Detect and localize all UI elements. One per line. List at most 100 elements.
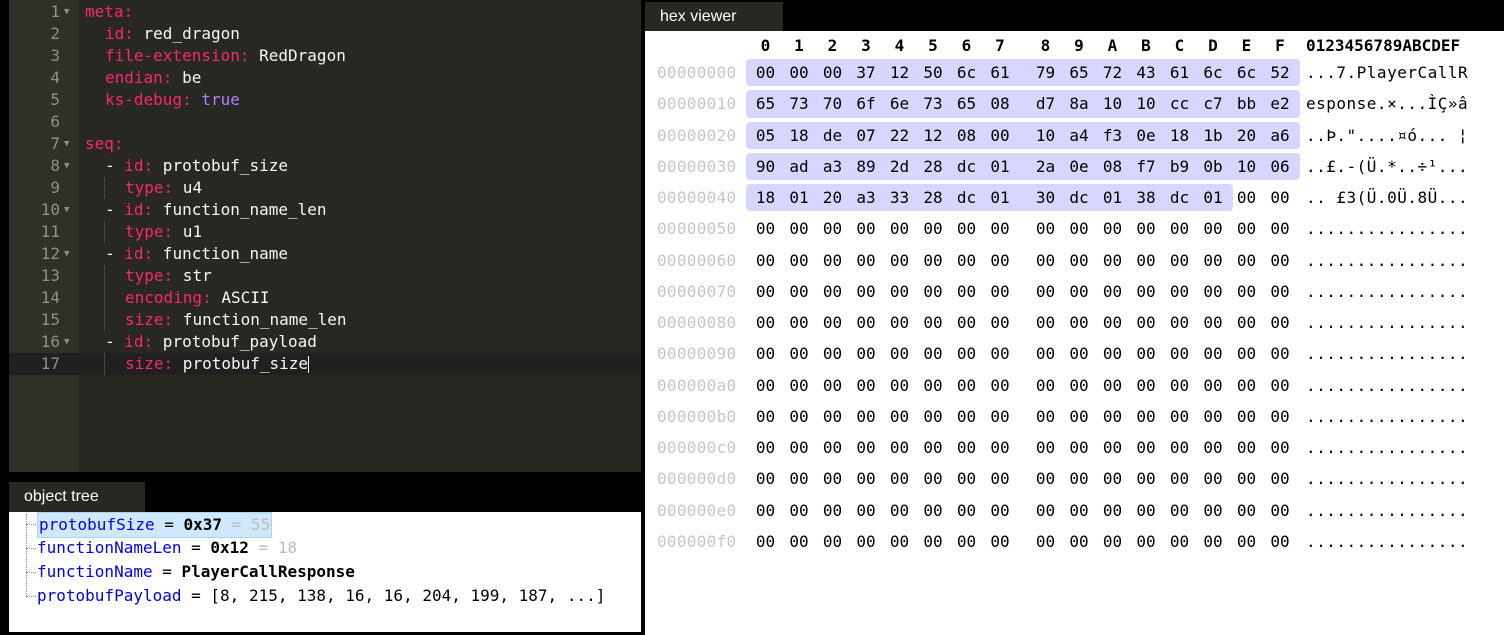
fold-toggle-icon[interactable]: ▼ (64, 155, 69, 177)
hex-byte[interactable]: 00 (1096, 213, 1129, 244)
tree-node-label[interactable]: protobufSize = 0x37 = 55 (37, 512, 273, 538)
ascii-text[interactable]: ................ (1306, 526, 1468, 557)
hex-byte[interactable]: 00 (1163, 370, 1196, 401)
hex-byte[interactable]: 00 (883, 401, 916, 432)
hex-byte[interactable]: 00 (1197, 276, 1230, 307)
hex-byte[interactable]: 00 (1163, 213, 1196, 244)
hex-byte[interactable]: 00 (1063, 432, 1096, 463)
hex-byte[interactable]: 00 (1230, 182, 1263, 213)
hex-byte[interactable]: 00 (1063, 370, 1096, 401)
hex-byte[interactable]: 22 (883, 120, 916, 151)
hex-byte[interactable]: 00 (1029, 338, 1062, 369)
hex-byte[interactable]: 00 (1264, 526, 1297, 557)
hex-byte[interactable]: 00 (1096, 307, 1129, 338)
hex-byte[interactable]: 00 (1264, 182, 1297, 213)
hex-byte[interactable]: 00 (1230, 526, 1263, 557)
hex-byte[interactable]: 00 (749, 526, 782, 557)
hex-byte[interactable]: 00 (1197, 307, 1230, 338)
tree-node[interactable]: functionName = PlayerCallResponse (9, 560, 641, 584)
hex-byte[interactable]: 00 (749, 245, 782, 276)
hex-byte[interactable]: 12 (917, 120, 950, 151)
hex-byte[interactable]: 00 (1130, 245, 1163, 276)
hex-byte[interactable]: 00 (749, 432, 782, 463)
hex-byte[interactable]: 00 (1096, 432, 1129, 463)
ascii-text[interactable]: ..£.-(Ü.*..÷¹... (1306, 151, 1468, 182)
hex-byte[interactable]: 00 (1230, 307, 1263, 338)
hex-byte[interactable]: 00 (749, 370, 782, 401)
tab-hex-viewer[interactable]: hex viewer (645, 2, 783, 32)
hex-byte[interactable]: 65 (749, 88, 782, 119)
hex-byte[interactable]: 00 (1230, 370, 1263, 401)
hex-byte[interactable]: 79 (1029, 57, 1062, 88)
hex-byte[interactable]: 00 (850, 245, 883, 276)
hex-byte[interactable]: 70 (816, 88, 849, 119)
hex-byte[interactable]: 00 (984, 338, 1017, 369)
ascii-text[interactable]: ................ (1306, 276, 1468, 307)
hex-byte[interactable]: 00 (1029, 463, 1062, 494)
hex-byte[interactable]: 00 (950, 245, 983, 276)
hex-byte[interactable]: 08 (984, 88, 1017, 119)
ascii-text[interactable]: ................ (1306, 245, 1468, 276)
editor-line[interactable]: 13 type: str (9, 265, 641, 287)
hex-byte[interactable]: 00 (950, 276, 983, 307)
ascii-text[interactable]: ................ (1306, 432, 1468, 463)
hex-byte[interactable]: 00 (1029, 401, 1062, 432)
hex-byte[interactable]: 00 (1096, 245, 1129, 276)
hex-byte[interactable]: 00 (850, 213, 883, 244)
hex-byte[interactable]: 00 (749, 213, 782, 244)
hex-byte[interactable]: 00 (1029, 213, 1062, 244)
hex-byte[interactable]: 00 (984, 432, 1017, 463)
hex-byte[interactable]: 38 (1130, 182, 1163, 213)
editor-line[interactable]: 7 ▼ seq: (9, 133, 641, 155)
hex-byte[interactable]: 73 (783, 88, 816, 119)
hex-byte[interactable]: 00 (1096, 338, 1129, 369)
hex-byte[interactable]: 00 (1130, 213, 1163, 244)
hex-byte[interactable]: 05 (749, 120, 782, 151)
hex-byte[interactable]: 00 (950, 432, 983, 463)
hex-byte[interactable]: 00 (950, 370, 983, 401)
hex-byte[interactable]: 28 (917, 151, 950, 182)
hex-byte[interactable]: 00 (984, 370, 1017, 401)
hex-byte[interactable]: 00 (1264, 401, 1297, 432)
hex-byte[interactable]: de (816, 120, 849, 151)
hex-byte[interactable]: dc (950, 182, 983, 213)
hex-byte[interactable]: a3 (850, 182, 883, 213)
hex-byte[interactable]: 00 (1063, 338, 1096, 369)
hex-byte[interactable]: 00 (1230, 495, 1263, 526)
hex-byte[interactable]: 00 (950, 307, 983, 338)
hex-byte[interactable]: 00 (783, 213, 816, 244)
hex-byte[interactable]: a6 (1264, 120, 1297, 151)
hex-byte[interactable]: 00 (1029, 245, 1062, 276)
hex-byte[interactable]: 00 (1197, 526, 1230, 557)
hex-byte[interactable]: 00 (1029, 370, 1062, 401)
hex-byte[interactable]: 89 (850, 151, 883, 182)
hex-byte[interactable]: 00 (1130, 370, 1163, 401)
hex-byte[interactable]: 00 (783, 432, 816, 463)
ascii-text[interactable]: ................ (1306, 370, 1468, 401)
hex-byte[interactable]: 10 (1029, 120, 1062, 151)
hex-byte[interactable]: cc (1163, 88, 1196, 119)
hex-byte[interactable]: 10 (1096, 88, 1129, 119)
editor-line[interactable]: 15 size: function_name_len (9, 309, 641, 331)
tree-node[interactable]: protobufSize = 0x37 = 55 (9, 512, 641, 538)
hex-byte[interactable]: 00 (883, 526, 916, 557)
hex-byte[interactable]: 00 (850, 307, 883, 338)
hex-byte[interactable]: 00 (850, 526, 883, 557)
hex-byte[interactable]: 00 (917, 245, 950, 276)
hex-byte[interactable]: 00 (1163, 276, 1196, 307)
hex-byte[interactable]: 00 (1197, 213, 1230, 244)
editor-line[interactable]: 4 endian: be (9, 67, 641, 89)
hex-byte[interactable]: 00 (783, 57, 816, 88)
hex-byte[interactable]: 00 (1264, 463, 1297, 494)
hex-byte[interactable]: 00 (883, 307, 916, 338)
hex-byte[interactable]: 00 (816, 276, 849, 307)
editor-line[interactable]: 12 ▼ - id: function_name (9, 243, 641, 265)
hex-byte[interactable]: 00 (1163, 245, 1196, 276)
ascii-text[interactable]: ................ (1306, 338, 1468, 369)
hex-byte[interactable]: 6c (950, 57, 983, 88)
hex-byte[interactable]: 00 (984, 120, 1017, 151)
hex-byte[interactable]: 30 (1029, 182, 1062, 213)
tree-node-label[interactable]: functionNameLen = 0x12 = 18 (37, 536, 297, 560)
hex-byte[interactable]: 00 (1130, 338, 1163, 369)
hex-byte[interactable]: 00 (950, 463, 983, 494)
